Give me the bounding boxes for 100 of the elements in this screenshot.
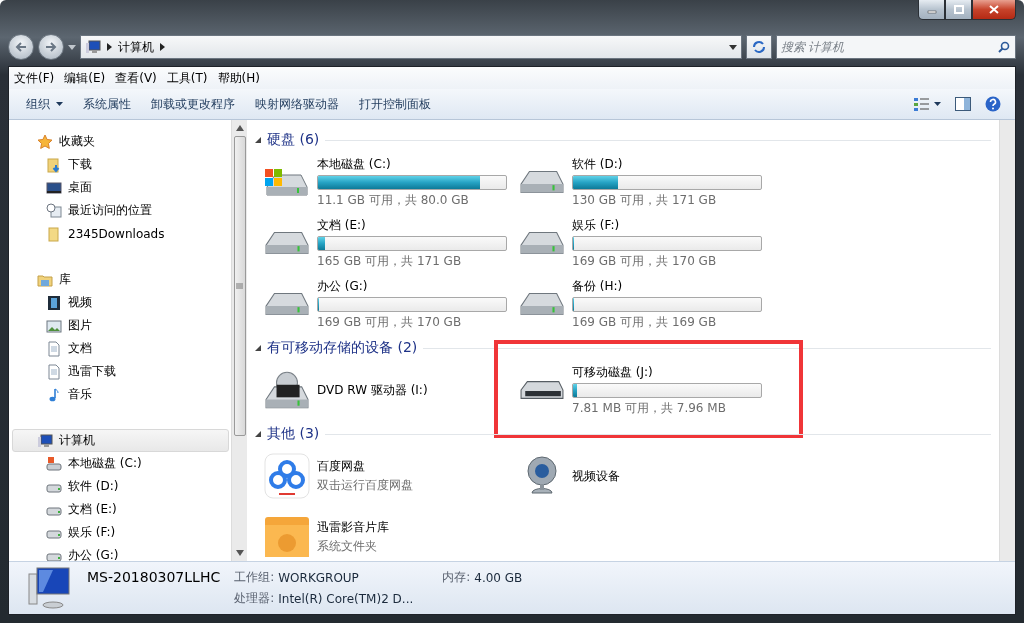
sidebar-item[interactable]: 2345Downloads	[9, 222, 229, 245]
drive-item[interactable]: 办公 (G:) 169 GB 可用，共 170 GB	[263, 276, 518, 332]
drive-item[interactable]: 本地磁盘 (C:) 11.1 GB 可用，共 80.0 GB	[263, 154, 518, 210]
detail-label: 处理器:	[234, 590, 275, 607]
sidebar-item[interactable]: 文档	[9, 337, 229, 360]
menu-item[interactable]: 工具(T)	[161, 69, 213, 87]
caret-icon	[729, 44, 737, 50]
refresh-button[interactable]	[746, 35, 772, 59]
close-button[interactable]	[972, 0, 1016, 20]
sidebar-item[interactable]: 收藏夹	[12, 130, 229, 153]
device-name: DVD RW 驱动器 (I:)	[317, 381, 428, 399]
drive-item[interactable]: 备份 (H:) 169 GB 可用，共 169 GB	[518, 276, 773, 332]
address-bar[interactable]: 计算机	[80, 35, 742, 59]
drive-name: 软件 (D:)	[572, 155, 624, 173]
maximize-button[interactable]	[945, 0, 972, 20]
toolbar-button[interactable]: 打开控制面板	[350, 91, 440, 117]
forward-button[interactable]	[38, 34, 64, 60]
menu-item[interactable]: 文件(F)	[9, 69, 60, 87]
toolbar-button[interactable]: 映射网络驱动器	[246, 91, 348, 117]
system-drive-icon	[46, 455, 62, 472]
app-item[interactable]: 百度网盘 双击运行百度网盘	[263, 448, 518, 504]
toolbar-button[interactable]: 组织	[17, 91, 72, 117]
toolbar-button[interactable]: 卸载或更改程序	[142, 91, 244, 117]
free-space-text: 7.81 MB 可用，共 7.96 MB	[572, 399, 727, 417]
close-icon	[989, 5, 999, 14]
app-item[interactable]: 迅雷影音片库 系统文件夹	[263, 509, 518, 561]
webcam-icon	[527, 456, 557, 496]
desktop-icon	[46, 179, 62, 196]
section-title: 有可移动存储的设备 (2)	[267, 339, 418, 357]
sidebar-item[interactable]: 办公 (G:)	[9, 544, 229, 561]
dvd-drive-icon	[265, 370, 309, 410]
detail-value: 4.00 GB	[474, 570, 523, 585]
sidebar-item[interactable]: 文档 (E:)	[9, 498, 229, 521]
drive-item[interactable]: 文档 (E:) 165 GB 可用，共 171 GB	[263, 215, 518, 271]
item-description: 双击运行百度网盘	[317, 477, 413, 494]
sidebar-item[interactable]: 下载	[9, 153, 229, 176]
sidebar-label: 桌面	[68, 179, 92, 196]
scroll-thumb[interactable]	[233, 136, 246, 436]
drive-name: 娱乐 (F:)	[572, 216, 621, 234]
scroll-up-icon	[235, 125, 244, 131]
drive-name: 可移动磁盘 (J:)	[572, 363, 654, 381]
collapse-icon	[255, 345, 261, 351]
sidebar-label: 文档	[68, 340, 92, 357]
menu-item[interactable]: 帮助(H)	[212, 69, 265, 87]
sidebar-label: 库	[59, 271, 71, 288]
menu-item[interactable]: 编辑(E)	[59, 69, 111, 87]
sidebar-label: 软件 (D:)	[68, 478, 119, 495]
chevron-icon	[160, 43, 165, 51]
device-item[interactable]: 视频设备	[518, 448, 773, 504]
free-space-text: 169 GB 可用，共 170 GB	[572, 252, 718, 270]
drive-item[interactable]: 娱乐 (F:) 169 GB 可用，共 170 GB	[518, 215, 773, 271]
sidebar-scrollbar[interactable]	[231, 120, 247, 561]
free-space-text: 11.1 GB 可用，共 80.0 GB	[317, 191, 470, 209]
recent-places-icon	[46, 202, 62, 219]
sidebar-label: 文档 (E:)	[68, 501, 117, 518]
content-scrollbar[interactable]	[999, 120, 1015, 561]
drive-item[interactable]: 软件 (D:) 130 GB 可用，共 171 GB	[518, 154, 773, 210]
item-name: 迅雷影音片库	[317, 519, 389, 536]
sidebar-item[interactable]: 图片	[9, 314, 229, 337]
caret-icon	[56, 102, 63, 106]
sidebar-item[interactable]: 娱乐 (F:)	[9, 521, 229, 544]
collapse-icon	[255, 431, 261, 437]
sidebar-item[interactable]: 迅雷下载	[9, 360, 229, 383]
hard-drive-icon	[265, 292, 309, 316]
refresh-icon	[752, 40, 766, 54]
sidebar-label: 下载	[68, 156, 92, 173]
sidebar-item[interactable]: 桌面	[9, 176, 229, 199]
computer-icon	[25, 566, 73, 610]
free-space-text: 169 GB 可用，共 170 GB	[317, 313, 463, 331]
menu-item[interactable]: 查看(V)	[110, 69, 162, 87]
search-field[interactable]: 搜索 计算机	[776, 35, 1016, 59]
document-icon	[46, 363, 62, 380]
back-button[interactable]	[8, 34, 34, 60]
collapse-icon	[255, 137, 261, 143]
breadcrumb[interactable]: 计算机	[118, 38, 154, 56]
drive-item[interactable]: 可移动磁盘 (J:) 7.81 MB 可用，共 7.96 MB	[494, 340, 803, 438]
device-name: 视频设备	[572, 467, 620, 485]
cloud-app-icon	[264, 453, 310, 499]
sidebar-item[interactable]: 计算机	[12, 429, 229, 452]
item-description: 系统文件夹	[317, 538, 378, 555]
sidebar-item[interactable]: 库	[12, 268, 229, 291]
picture-icon	[46, 317, 62, 334]
document-icon	[46, 340, 62, 357]
sidebar-item[interactable]: 软件 (D:)	[9, 475, 229, 498]
toolbar-button[interactable]: 系统属性	[74, 91, 140, 117]
sidebar-item[interactable]: 音乐	[9, 383, 229, 406]
minimize-button[interactable]	[918, 0, 945, 20]
sidebar-item[interactable]: 本地磁盘 (C:)	[9, 452, 229, 475]
sidebar-item[interactable]: 视频	[9, 291, 229, 314]
sidebar-item[interactable]: 最近访问的位置	[9, 199, 229, 222]
drive-name: 备份 (H:)	[572, 277, 624, 295]
detail-value: Intel(R) Core(TM)2 D...	[278, 591, 415, 606]
drive-name: 本地磁盘 (C:)	[317, 155, 392, 173]
sidebar-label: 图片	[68, 317, 92, 334]
drive-name: 文档 (E:)	[317, 216, 367, 234]
hard-drive-icon	[520, 231, 564, 255]
section-title: 其他 (3)	[267, 425, 320, 443]
back-arrow-icon	[15, 42, 27, 52]
removable-drive-icon	[520, 380, 564, 400]
view-list-icon	[914, 97, 930, 111]
